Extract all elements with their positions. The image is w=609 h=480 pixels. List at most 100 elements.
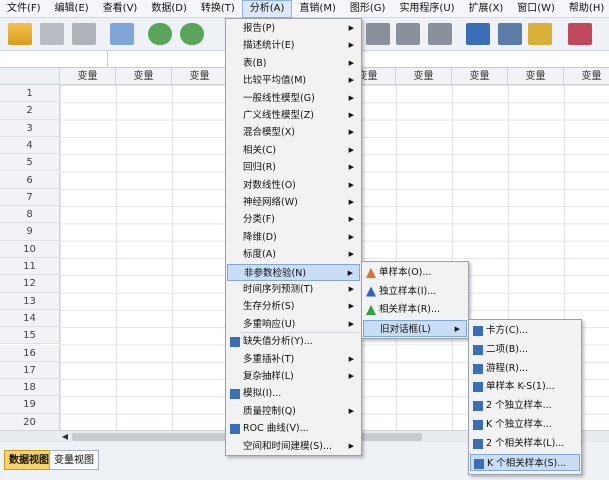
- analyze-menu-item[interactable]: 多重响应(U) ▶: [227, 316, 360, 334]
- analyze-menu-item[interactable]: 对数线性(O) ▶: [227, 177, 360, 195]
- analyze-menu-item[interactable]: 时间序列预测(T) ▶: [227, 281, 360, 299]
- analyze-menu-item[interactable]: 一般线性模型(G) ▶: [227, 90, 360, 108]
- value-labels-icon[interactable]: [568, 23, 592, 45]
- analyze-menu-item[interactable]: 回归(R) ▶: [227, 159, 360, 177]
- analyze-menu-item[interactable]: 缺失值分析(Y)...: [227, 333, 360, 351]
- analyze-menu-item[interactable]: 模拟(I)...: [227, 385, 360, 403]
- row-header[interactable]: 17: [0, 361, 60, 380]
- legacy-menu-item[interactable]: K 个相关样本(S)...: [470, 453, 580, 472]
- analyze-menu-item[interactable]: 质量控制(Q) ▶: [227, 403, 360, 421]
- analyze-menu-item[interactable]: 比较平均值(M) ▶: [227, 72, 360, 90]
- row-header[interactable]: 10: [0, 240, 60, 258]
- row-header[interactable]: 11: [0, 258, 60, 276]
- menu-item-icon: [473, 438, 483, 449]
- menu-9[interactable]: 扩展(X): [462, 0, 511, 18]
- submenu-arrow-icon: ▶: [348, 441, 354, 450]
- row-header[interactable]: 5: [0, 154, 60, 172]
- analyze-menu-item[interactable]: 分类(F) ▶: [227, 211, 360, 229]
- tab-variable-view[interactable]: 变量视图: [49, 450, 99, 470]
- menu-6[interactable]: 直销(M): [292, 0, 342, 18]
- row-header[interactable]: 3: [0, 119, 60, 137]
- column-header[interactable]: 变量: [172, 68, 228, 85]
- row-header[interactable]: 16: [0, 344, 60, 362]
- legacy-menu-item[interactable]: 单样本 K-S(1)...: [470, 378, 580, 396]
- row-header[interactable]: 1: [0, 85, 60, 103]
- legacy-menu-item[interactable]: K 个独立样本...: [470, 416, 580, 434]
- menu-item-label: 一般线性模型(G): [243, 92, 315, 104]
- legacy-menu-item[interactable]: 游程(R)...: [470, 360, 580, 378]
- analyze-menu-item[interactable]: 描述统计(E) ▶: [227, 37, 360, 55]
- analyze-menu-item[interactable]: ROC 曲线(V)...: [227, 420, 360, 438]
- legacy-menu-item[interactable]: 2 个相关样本(L)...: [470, 435, 580, 453]
- variables-icon[interactable]: [396, 23, 420, 45]
- submenu-arrow-icon: ▶: [348, 406, 354, 415]
- analyze-menu-item[interactable]: 表(B) ▶: [227, 55, 360, 73]
- row-header[interactable]: 20: [0, 413, 60, 431]
- legacy-menu-item[interactable]: 二项(B)...: [470, 341, 580, 359]
- row-header[interactable]: 8: [0, 206, 60, 224]
- find-icon[interactable]: [428, 23, 452, 45]
- analyze-menu-item[interactable]: 报告(P) ▶: [227, 20, 360, 38]
- analyze-menu-item[interactable]: 神经网络(W) ▶: [227, 194, 360, 212]
- analyze-menu-item[interactable]: 广义线性模型(Z) ▶: [227, 107, 360, 125]
- menu-item-icon: [473, 401, 483, 412]
- column-header[interactable]: 变量: [508, 68, 564, 85]
- tab-data-view[interactable]: 数据视图: [4, 450, 54, 470]
- menu-4[interactable]: 转换(T): [194, 0, 242, 18]
- row-header[interactable]: 4: [0, 136, 60, 155]
- menu-0[interactable]: 文件(F): [0, 0, 48, 18]
- undo-icon[interactable]: [148, 23, 172, 45]
- row-header[interactable]: 18: [0, 379, 60, 397]
- analyze-menu-item[interactable]: 非参数检验(N) ▶: [227, 263, 360, 282]
- nonparam-menu-item[interactable]: 相关样本(R)...: [363, 301, 467, 319]
- analyze-menu-item[interactable]: 多重插补(T) ▶: [227, 351, 360, 369]
- row-header[interactable]: 13: [0, 292, 60, 310]
- row-header[interactable]: 7: [0, 188, 60, 207]
- goto-variable-icon[interactable]: [366, 23, 390, 45]
- weight-cases-icon[interactable]: [498, 23, 522, 45]
- column-header[interactable]: 变量: [116, 68, 172, 85]
- analyze-menu-item[interactable]: 生存分析(S) ▶: [227, 298, 360, 316]
- column-header[interactable]: 变量: [564, 68, 609, 85]
- cell-reference-box[interactable]: [0, 51, 108, 67]
- row-header[interactable]: 2: [0, 102, 60, 120]
- nonparam-menu-item[interactable]: 旧对话框(L) ▶: [363, 319, 467, 337]
- open-folder-icon[interactable]: [8, 23, 32, 45]
- menu-11[interactable]: 帮助(H): [562, 0, 609, 18]
- menu-5[interactable]: 分析(A): [241, 0, 293, 18]
- menu-2[interactable]: 查看(V): [96, 0, 145, 18]
- analyze-menu-item[interactable]: 相关(C) ▶: [227, 142, 360, 160]
- analyze-menu-item[interactable]: 标度(A) ▶: [227, 246, 360, 264]
- nonparam-menu-item[interactable]: 单样本(O)...: [363, 264, 467, 282]
- analyze-menu-item[interactable]: 混合模型(X) ▶: [227, 124, 360, 142]
- menu-1[interactable]: 编辑(E): [48, 0, 96, 18]
- analyze-menu-item[interactable]: 复杂抽样(L) ▶: [227, 368, 360, 386]
- submenu-arrow-icon: ▶: [348, 232, 354, 241]
- analyze-menu-item[interactable]: 降维(D) ▶: [227, 229, 360, 247]
- nonparam-menu-item[interactable]: 独立样本(I)...: [363, 283, 467, 301]
- menu-7[interactable]: 图形(G): [343, 0, 393, 18]
- row-header[interactable]: 15: [0, 327, 60, 345]
- row-header[interactable]: 12: [0, 275, 60, 293]
- legacy-menu-item[interactable]: 2 个独立样本...: [470, 397, 580, 415]
- print-icon[interactable]: [72, 23, 96, 45]
- column-header[interactable]: 变量: [60, 68, 116, 85]
- column-header[interactable]: 变量: [396, 68, 452, 85]
- redo-icon[interactable]: [180, 23, 204, 45]
- save-icon[interactable]: [40, 23, 64, 45]
- legacy-menu-item[interactable]: 卡方(C)...: [470, 322, 580, 340]
- column-header[interactable]: 变量: [452, 68, 508, 85]
- row-header[interactable]: 19: [0, 396, 60, 414]
- row-header[interactable]: 9: [0, 223, 60, 241]
- row-header[interactable]: 6: [0, 171, 60, 189]
- split-file-icon[interactable]: [466, 23, 490, 45]
- scroll-left-icon[interactable]: ◀: [60, 432, 70, 442]
- select-cases-icon[interactable]: [528, 23, 552, 45]
- row-header[interactable]: 14: [0, 309, 60, 328]
- menu-item-label: 表(B): [243, 57, 267, 69]
- menu-10[interactable]: 窗口(W): [510, 0, 562, 18]
- analyze-menu-item[interactable]: 空间和时间建模(S)... ▶: [227, 438, 360, 456]
- menu-8[interactable]: 实用程序(U): [392, 0, 461, 18]
- dialog-recall-icon[interactable]: [110, 23, 134, 45]
- menu-3[interactable]: 数据(D): [144, 0, 194, 18]
